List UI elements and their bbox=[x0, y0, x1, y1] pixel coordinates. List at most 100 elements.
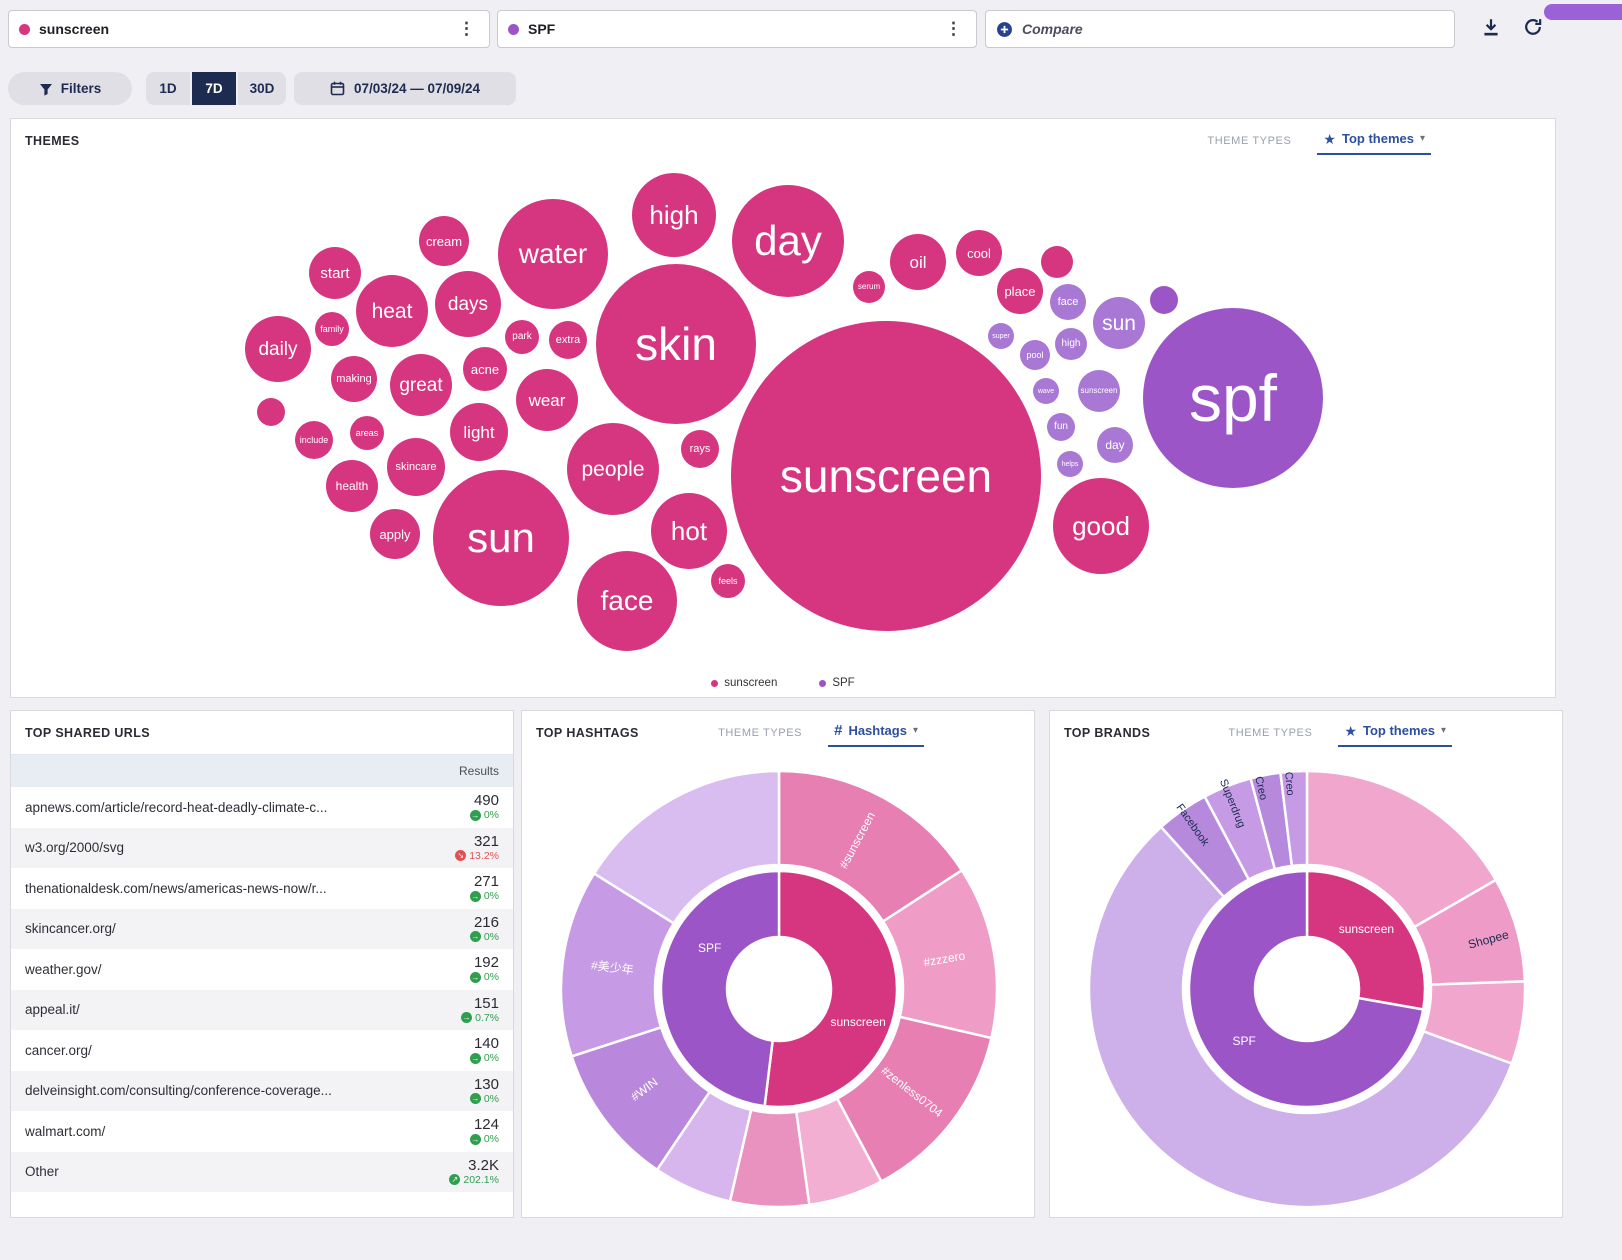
theme-bubble[interactable] bbox=[1150, 286, 1178, 314]
theme-bubble[interactable]: sunscreen bbox=[731, 321, 1041, 631]
kebab-menu-icon[interactable]: ⋮ bbox=[454, 19, 479, 39]
top-themes-selector[interactable]: ★ Top themes ▾ bbox=[1338, 719, 1452, 747]
shared-url-link[interactable]: thenationaldesk.com/news/americas-news-n… bbox=[25, 881, 415, 896]
theme-bubble[interactable]: light bbox=[450, 403, 508, 461]
refresh-icon[interactable] bbox=[1522, 16, 1546, 40]
date-range-picker[interactable]: 07/03/24 — 07/09/24 bbox=[294, 72, 516, 105]
panel-controls: THEME TYPES # Hashtags ▾ bbox=[718, 719, 924, 747]
shared-url-link[interactable]: w3.org/2000/svg bbox=[25, 840, 415, 855]
flat-arrow-icon: → bbox=[470, 1053, 481, 1064]
theme-bubble[interactable]: start bbox=[309, 247, 361, 299]
shared-url-link[interactable]: apnews.com/article/record-heat-deadly-cl… bbox=[25, 800, 415, 815]
theme-bubble[interactable]: day bbox=[1097, 427, 1133, 463]
theme-bubble[interactable]: spf bbox=[1143, 308, 1323, 488]
theme-bubble[interactable]: extra bbox=[549, 321, 587, 359]
result-cell: 3.2K↗202.1% bbox=[415, 1158, 499, 1186]
theme-bubble[interactable]: face bbox=[577, 551, 677, 651]
sunburst-label: Creo bbox=[1282, 771, 1296, 796]
shared-url-link[interactable]: skincancer.org/ bbox=[25, 921, 415, 936]
shared-url-link[interactable]: appeal.it/ bbox=[25, 1002, 415, 1017]
download-icon[interactable] bbox=[1480, 16, 1504, 40]
theme-bubble[interactable]: water bbox=[498, 199, 608, 309]
theme-bubble[interactable]: sun bbox=[433, 470, 569, 606]
theme-bubble[interactable]: cream bbox=[419, 216, 469, 266]
legend-item-sunscreen[interactable]: sunscreen bbox=[711, 677, 777, 689]
compare-button[interactable]: Compare bbox=[985, 10, 1455, 48]
theme-bubble[interactable]: wear bbox=[516, 369, 578, 431]
theme-bubble[interactable]: pool bbox=[1020, 340, 1050, 370]
shared-url-link[interactable]: weather.gov/ bbox=[25, 962, 415, 977]
theme-bubble[interactable]: areas bbox=[350, 416, 384, 450]
corner-widget[interactable] bbox=[1544, 4, 1622, 20]
theme-bubble[interactable]: oil bbox=[890, 234, 946, 290]
kebab-menu-icon[interactable]: ⋮ bbox=[941, 19, 966, 39]
range-button-7d[interactable]: 7D bbox=[192, 72, 236, 105]
filters-button[interactable]: Filters bbox=[8, 72, 132, 105]
theme-bubble[interactable]: cool bbox=[956, 230, 1002, 276]
theme-bubble[interactable]: park bbox=[505, 320, 539, 354]
shared-url-link[interactable]: walmart.com/ bbox=[25, 1124, 415, 1139]
theme-bubble[interactable]: high bbox=[632, 173, 716, 257]
theme-bubble[interactable]: people bbox=[567, 423, 659, 515]
theme-bubble[interactable]: great bbox=[390, 354, 452, 416]
theme-bubble[interactable]: include bbox=[295, 421, 333, 459]
theme-bubble[interactable]: skincare bbox=[387, 438, 445, 496]
change-percent: 0% bbox=[484, 931, 499, 943]
result-value: 490 bbox=[415, 793, 499, 809]
shared-url-link[interactable]: cancer.org/ bbox=[25, 1043, 415, 1058]
flat-arrow-icon: → bbox=[470, 891, 481, 902]
theme-bubble[interactable]: daily bbox=[245, 316, 311, 382]
hashtags-selector[interactable]: # Hashtags ▾ bbox=[828, 719, 924, 747]
theme-bubble[interactable]: day bbox=[732, 185, 844, 297]
theme-bubble[interactable]: high bbox=[1055, 328, 1087, 360]
theme-bubble[interactable]: good bbox=[1053, 478, 1149, 574]
theme-bubble[interactable]: health bbox=[326, 460, 378, 512]
sunburst-label: SPF bbox=[698, 941, 721, 955]
legend-label: SPF bbox=[832, 677, 854, 689]
range-button-30d[interactable]: 30D bbox=[238, 72, 286, 105]
shared-urls-header: TOP SHARED URLS bbox=[11, 711, 513, 755]
query-selector-sunscreen[interactable]: sunscreen ⋮ bbox=[8, 10, 490, 48]
change-percent: 202.1% bbox=[463, 1174, 499, 1186]
theme-bubble[interactable]: family bbox=[315, 312, 349, 346]
result-value: 271 bbox=[415, 874, 499, 890]
theme-bubble[interactable]: wave bbox=[1033, 378, 1059, 404]
legend-item-spf[interactable]: SPF bbox=[819, 677, 854, 689]
theme-bubble[interactable]: skin bbox=[596, 264, 756, 424]
theme-bubble[interactable]: days bbox=[435, 271, 501, 337]
star-icon: ★ bbox=[1344, 724, 1357, 738]
theme-bubble[interactable] bbox=[257, 398, 285, 426]
change-indicator: →0.7% bbox=[415, 1012, 499, 1024]
theme-bubble[interactable]: helps bbox=[1057, 451, 1083, 477]
hash-icon: # bbox=[834, 723, 842, 738]
theme-bubble[interactable]: fun bbox=[1047, 413, 1075, 441]
date-range-label: 07/03/24 — 07/09/24 bbox=[354, 81, 480, 96]
range-button-1d[interactable]: 1D bbox=[146, 72, 190, 105]
theme-bubble[interactable]: feels bbox=[711, 564, 745, 598]
theme-bubble[interactable]: super bbox=[988, 323, 1014, 349]
result-value: 216 bbox=[415, 915, 499, 931]
theme-bubble[interactable]: heat bbox=[356, 275, 428, 347]
theme-bubble[interactable]: rays bbox=[681, 430, 719, 468]
theme-bubble[interactable]: face bbox=[1050, 284, 1086, 320]
compare-label: Compare bbox=[1022, 21, 1083, 37]
theme-bubble[interactable] bbox=[1041, 246, 1073, 278]
shared-url-link[interactable]: Other bbox=[25, 1164, 415, 1179]
theme-bubble[interactable]: sunscreen bbox=[1078, 370, 1120, 412]
theme-bubble[interactable]: sun bbox=[1093, 297, 1145, 349]
query-selector-spf[interactable]: SPF ⋮ bbox=[497, 10, 977, 48]
filters-label: Filters bbox=[61, 81, 102, 96]
theme-bubble[interactable]: apply bbox=[370, 509, 420, 559]
brands-header: TOP BRANDS THEME TYPES ★ Top themes ▾ bbox=[1050, 711, 1562, 755]
theme-bubble[interactable]: serum bbox=[853, 271, 885, 303]
change-indicator: ↗202.1% bbox=[415, 1174, 499, 1186]
table-row: walmart.com/124→0% bbox=[11, 1111, 513, 1152]
sunburst-label: sunscreen bbox=[830, 1015, 885, 1029]
shared-url-link[interactable]: delveinsight.com/consulting/conference-c… bbox=[25, 1083, 415, 1098]
panel-title: TOP HASHTAGS bbox=[536, 726, 639, 740]
theme-bubble[interactable]: place bbox=[997, 268, 1043, 314]
theme-bubble[interactable]: making bbox=[331, 356, 377, 402]
chevron-down-icon: ▾ bbox=[1441, 725, 1446, 736]
theme-bubble[interactable]: acne bbox=[463, 347, 507, 391]
theme-bubble[interactable]: hot bbox=[651, 493, 727, 569]
